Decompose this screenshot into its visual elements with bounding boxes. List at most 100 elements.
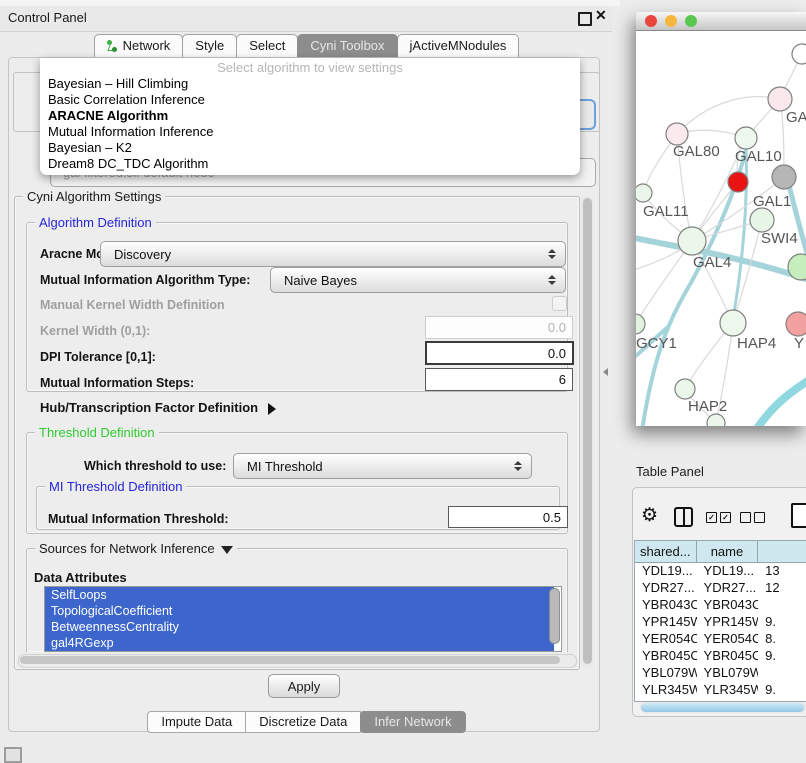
control-panel-titlebar: Control Panel ✕ bbox=[0, 6, 612, 32]
splitter-collapse-icon[interactable] bbox=[603, 368, 608, 376]
table-column-header[interactable] bbox=[758, 541, 806, 562]
float-window-icon[interactable] bbox=[578, 12, 592, 26]
algorithm-option[interactable]: Mutual Information Inference bbox=[40, 124, 580, 140]
algorithm-option[interactable]: Bayesian – Hill Climbing bbox=[40, 76, 580, 92]
mi-threshold-label: Mutual Information Threshold: bbox=[48, 512, 229, 526]
table-column-header[interactable]: shared... bbox=[635, 541, 697, 562]
tab-impute-data[interactable]: Impute Data bbox=[147, 711, 246, 733]
table-column-header[interactable]: name bbox=[697, 541, 759, 562]
network-node-label: GAL1 bbox=[753, 193, 791, 210]
data-attributes-list[interactable]: SelfLoopsTopologicalCoefficientBetweenne… bbox=[44, 586, 562, 652]
network-node[interactable] bbox=[772, 165, 796, 189]
network-window-titlebar[interactable] bbox=[636, 12, 806, 31]
algorithm-option[interactable]: Bayesian – K2 bbox=[40, 140, 580, 156]
tab-select[interactable]: Select bbox=[236, 34, 298, 57]
apply-button[interactable]: Apply bbox=[268, 674, 340, 698]
manual-kernel-label: Manual Kernel Width Definition bbox=[40, 298, 225, 312]
expanded-arrow-icon bbox=[221, 546, 233, 554]
table-cell: YBR045C bbox=[697, 648, 759, 665]
attribute-item[interactable]: SelfLoops bbox=[45, 587, 554, 603]
table-row[interactable]: YPR145WYPR145W9. bbox=[635, 614, 806, 631]
table-row[interactable]: YDR27...YDR27...12 bbox=[635, 580, 806, 597]
which-threshold-label: Which threshold to use: bbox=[84, 459, 226, 473]
network-node-gal[interactable] bbox=[768, 87, 792, 111]
mi-type-combo[interactable]: Naive Bayes bbox=[270, 267, 566, 293]
network-node-label: GAL80 bbox=[673, 143, 720, 160]
kernel-width-field[interactable]: 0.0 bbox=[425, 316, 573, 339]
network-node-label: Y bbox=[794, 335, 804, 352]
algorithm-option[interactable]: Basic Correlation Inference bbox=[40, 92, 580, 108]
list-scrollbar[interactable] bbox=[549, 588, 560, 644]
network-node-hap2[interactable] bbox=[675, 379, 695, 399]
aracne-mode-combo[interactable]: Discovery bbox=[100, 241, 566, 267]
tab-cyni-toolbox[interactable]: Cyni Toolbox bbox=[297, 34, 397, 57]
mi-steps-field[interactable]: 6 bbox=[425, 368, 573, 391]
table-horizontal-scrollbar[interactable] bbox=[640, 702, 806, 713]
mi-threshold-field[interactable]: 0.5 bbox=[448, 506, 568, 528]
algorithm-definition-title: Algorithm Definition bbox=[35, 215, 156, 230]
new-table-icon[interactable] bbox=[791, 503, 806, 528]
tab-jactivemnodules[interactable]: jActiveMNodules bbox=[397, 34, 520, 57]
network-node-gal1[interactable] bbox=[750, 208, 774, 232]
table-cell: 9. bbox=[758, 614, 806, 631]
cyni-bottom-tabs: Impute DataDiscretize DataInfer Network bbox=[0, 711, 612, 733]
network-node-gal4[interactable] bbox=[678, 227, 706, 255]
network-node[interactable] bbox=[707, 414, 725, 426]
close-icon[interactable]: ✕ bbox=[595, 7, 607, 24]
settings-vertical-scrollbar[interactable] bbox=[581, 196, 594, 668]
kernel-width-label: Kernel Width (0,1): bbox=[40, 324, 150, 338]
split-columns-icon[interactable] bbox=[674, 507, 693, 527]
network-node-gal11[interactable] bbox=[636, 184, 652, 202]
table-cell: 9. bbox=[758, 648, 806, 665]
attribute-item[interactable]: TopologicalCoefficient bbox=[45, 603, 554, 619]
network-node-gal10[interactable] bbox=[735, 127, 757, 149]
tab-discretize-data[interactable]: Discretize Data bbox=[245, 711, 361, 733]
settings-horizontal-scrollbar[interactable] bbox=[18, 654, 577, 668]
table-row[interactable]: YER054CYER054C8. bbox=[635, 631, 806, 648]
manual-kernel-checkbox[interactable] bbox=[552, 296, 567, 311]
tab-infer-network[interactable]: Infer Network bbox=[360, 711, 465, 733]
dpi-tolerance-value: 0.0 bbox=[548, 346, 566, 361]
algorithm-option[interactable]: Dream8 DC_TDC Algorithm bbox=[40, 156, 580, 172]
network-node-gal80[interactable] bbox=[666, 123, 688, 145]
gear-icon[interactable]: ⚙ bbox=[641, 504, 658, 527]
network-node-y[interactable] bbox=[786, 312, 806, 336]
panel-corner-icon[interactable] bbox=[4, 747, 22, 763]
table-cell: YBR043C bbox=[635, 597, 697, 614]
attribute-item[interactable]: gal4RGexp bbox=[45, 635, 554, 651]
kernel-width-value: 0.0 bbox=[548, 320, 566, 335]
network-node[interactable] bbox=[728, 172, 748, 192]
mi-type-label: Mutual Information Algorithm Type: bbox=[40, 273, 250, 287]
algorithm-option[interactable]: ARACNE Algorithm bbox=[40, 108, 580, 124]
table-row[interactable]: YLR345WYLR345W9. bbox=[635, 682, 806, 699]
zoom-traffic-light-icon[interactable] bbox=[685, 15, 697, 27]
table-row[interactable]: YBR045CYBR045C9. bbox=[635, 648, 806, 665]
table-row[interactable]: YDL19...YDL19...13 bbox=[635, 563, 806, 580]
control-panel-title: Control Panel bbox=[8, 10, 87, 25]
attribute-item[interactable]: BetweennessCentrality bbox=[45, 619, 554, 635]
tab-style[interactable]: Style bbox=[182, 34, 237, 57]
which-threshold-value: MI Threshold bbox=[247, 459, 323, 474]
deselect-all-checkboxes-icon[interactable] bbox=[740, 512, 765, 523]
network-node[interactable] bbox=[792, 44, 806, 64]
sources-group-title[interactable]: Sources for Network Inference bbox=[35, 541, 237, 556]
network-node-gcy1[interactable] bbox=[636, 314, 645, 334]
close-traffic-light-icon[interactable] bbox=[645, 15, 657, 27]
network-graph: GALGAL80GAL10GAL1GAL11GAL4SWI4GCY1HAP4YH… bbox=[636, 31, 806, 426]
hub-definition-toggle[interactable]: Hub/Transcription Factor Definition bbox=[40, 400, 276, 415]
table-cell: YLR345W bbox=[635, 682, 697, 699]
hub-definition-label: Hub/Transcription Factor Definition bbox=[40, 400, 258, 415]
network-node-hap4[interactable] bbox=[720, 310, 746, 336]
tab-network[interactable]: Network bbox=[94, 34, 184, 57]
dpi-tolerance-field[interactable]: 0.0 bbox=[425, 341, 574, 365]
select-all-checkboxes-icon[interactable]: ✓✓ bbox=[706, 512, 731, 523]
minimize-traffic-light-icon[interactable] bbox=[665, 15, 677, 27]
table-cell: YDR27... bbox=[635, 580, 697, 597]
table-row[interactable]: YBL079WYBL079W bbox=[635, 665, 806, 682]
table-cell: YDL19... bbox=[635, 563, 697, 580]
aracne-mode-value: Discovery bbox=[114, 247, 171, 262]
network-icon bbox=[107, 40, 118, 52]
which-threshold-combo[interactable]: MI Threshold bbox=[233, 453, 532, 479]
network-canvas[interactable]: GALGAL80GAL10GAL1GAL11GAL4SWI4GCY1HAP4YH… bbox=[636, 31, 806, 426]
table-row[interactable]: YBR043CYBR043C bbox=[635, 597, 806, 614]
